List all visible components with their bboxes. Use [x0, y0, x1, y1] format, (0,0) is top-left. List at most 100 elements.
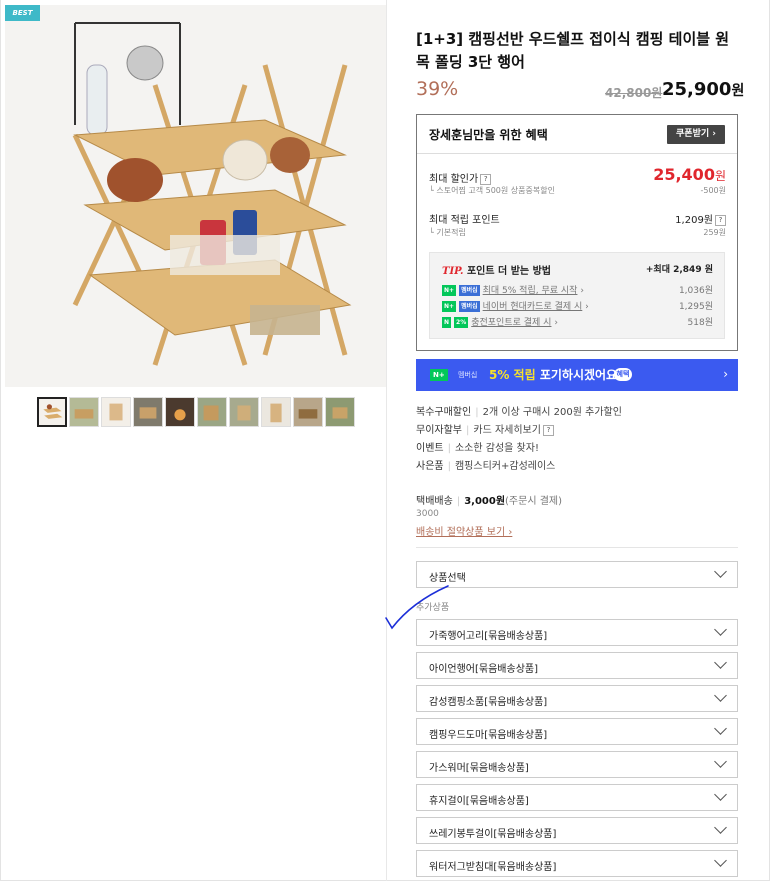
help-icon[interactable]: ? — [542, 424, 554, 436]
product-main-image[interactable] — [5, 5, 386, 387]
info-label: 복수구매할인 — [416, 407, 472, 418]
max-discount-number: 25,400 — [653, 165, 715, 184]
thumbnail[interactable] — [293, 397, 323, 427]
shipping-fee-note: (주문시 결제) — [505, 496, 563, 507]
tip-box: TIP. 포인트 더 받는 방법 +최대 2,849 원 N+ 멤버십 최대 5% … — [429, 252, 725, 339]
membership-chip: 멤버십 — [459, 301, 480, 312]
card-detail-link[interactable]: 카드 자세히보기 — [473, 425, 541, 436]
thumbnail[interactable] — [101, 397, 131, 427]
tip-item-text[interactable]: 충전포인트로 결제 시 — [471, 318, 551, 328]
max-discount-currency: 원 — [714, 169, 726, 183]
discount-rate: 39% — [416, 78, 459, 100]
column-divider — [386, 0, 387, 881]
original-price: 42,800원 — [605, 86, 663, 100]
benefit-heading: 장세훈님만을 위한 혜택 — [429, 128, 548, 142]
addon-select[interactable]: 감성캠핑소품[묶음배송상품] — [416, 685, 738, 712]
addon-select-label: 휴지걸이[묶음배송상품] — [429, 796, 529, 807]
addon-select-label: 캠핑우드도마[묶음배송상품] — [429, 730, 548, 741]
banner-highlight: 5% 적립 — [489, 368, 536, 382]
tip-item[interactable]: N 2% 충전포인트로 결제 시 › — [442, 315, 558, 328]
chevron-right-icon: › — [723, 367, 728, 381]
thumbnail[interactable] — [133, 397, 163, 427]
banner-pill: 혜택 — [614, 368, 632, 381]
chevron-down-icon — [714, 689, 727, 702]
help-icon[interactable]: ? — [480, 173, 492, 185]
help-icon[interactable]: ? — [715, 214, 726, 226]
shipping-sub: 3000 — [416, 509, 439, 519]
shipping-fee: 3,000원 — [464, 496, 506, 507]
naver-plus-icon: N+ — [442, 301, 457, 312]
tip-max: +최대 2,849 원 — [645, 265, 713, 275]
tip-title-text: 포인트 더 받는 방법 — [466, 266, 551, 277]
tip-item-text[interactable]: 네이버 현대카드로 결제 시 — [483, 302, 583, 312]
points-sub: └ 기본적립 — [429, 228, 466, 237]
addon-select-label: 감성캠핑소품[묶음배송상품] — [429, 697, 548, 708]
points-label: 최대 적립 포인트 — [429, 215, 500, 226]
membership-chip-label: 멤버십 — [458, 371, 478, 379]
naver-plus-icon: N+ — [442, 285, 457, 296]
naver-pay-icon: N — [442, 317, 452, 328]
addon-select[interactable]: 아이언행어[묶음배송상품] — [416, 652, 738, 679]
handwritten-checkmark-icon — [385, 585, 449, 630]
addon-select[interactable]: 캠핑우드도마[묶음배송상품] — [416, 718, 738, 745]
info-value: 2개 이상 구매시 200원 추가할인 — [482, 407, 622, 418]
info-label: 무이자할부 — [416, 425, 462, 436]
thumbnail[interactable] — [197, 397, 227, 427]
naver-plus-chip: N+ — [430, 369, 448, 381]
max-discount-sub-value: -500원 — [700, 186, 726, 195]
chevron-down-icon — [714, 788, 727, 801]
option-select[interactable]: 상품선택 — [416, 561, 738, 588]
chevron-down-icon — [714, 722, 727, 735]
points-value-text: 1,209원 — [675, 215, 713, 226]
points-sub-text: 기본적립 — [436, 228, 466, 237]
tip-item[interactable]: N+ 멤버십 네이버 현대카드로 결제 시 › — [442, 299, 589, 312]
addon-select[interactable]: 휴지걸이[묶음배송상품] — [416, 784, 738, 811]
thumbnail[interactable] — [229, 397, 259, 427]
thumbnail[interactable] — [69, 397, 99, 427]
thumbnail[interactable] — [37, 397, 67, 427]
info-label: 사은품 — [416, 461, 444, 472]
coupon-button[interactable]: 쿠폰받기 › — [667, 125, 725, 144]
thumbnail[interactable] — [325, 397, 355, 427]
points-value: 1,209원? — [675, 211, 726, 226]
banner-text: 5% 적립 포기하시겠어요? — [489, 366, 624, 383]
chevron-down-icon — [714, 656, 727, 669]
tip-item-value: 518원 — [687, 318, 713, 328]
benefit-box: 장세훈님만을 위한 혜택 쿠폰받기 › 최대 할인가? └ 스토어찜 고객 50… — [416, 114, 738, 351]
sale-price-currency: 원 — [731, 83, 745, 99]
divider — [416, 547, 738, 548]
sale-price-value: 25,900 — [662, 79, 732, 100]
max-discount-label-text: 최대 할인가 — [429, 174, 479, 185]
points-sub-value: 259원 — [703, 228, 726, 237]
addon-select-label: 쓰레기봉투걸이[묶음배송상품] — [429, 829, 557, 840]
membership-banner[interactable]: N+ 멤버십 5% 적립 포기하시겠어요? 혜택 › — [416, 359, 738, 391]
chevron-down-icon — [714, 854, 727, 867]
max-discount-value: 25,400원 — [653, 165, 726, 184]
addon-select[interactable]: 가스워머[묶음배송상품] — [416, 751, 738, 778]
divider — [417, 153, 737, 154]
sale-price: 25,900원 — [662, 79, 744, 100]
tip-item-value: 1,295원 — [678, 302, 713, 312]
tip-item-text[interactable]: 최대 5% 적립, 무료 시작 — [483, 286, 578, 296]
addon-select[interactable]: 쓰레기봉투걸이[묶음배송상품] — [416, 817, 738, 844]
tip-item[interactable]: N+ 멤버십 최대 5% 적립, 무료 시작 › — [442, 283, 584, 296]
max-discount-label: 최대 할인가? — [429, 170, 492, 185]
addon-select[interactable]: 워터저그받침대[묶음배송상품] — [416, 850, 738, 877]
thumbnail[interactable] — [261, 397, 291, 427]
banner-text-rest: 포기하시겠어요? — [535, 368, 625, 382]
max-discount-sub: └ 스토어찜 고객 500원 상품중복할인 — [429, 186, 555, 195]
addon-select[interactable]: 가죽행어고리[묶음배송상품] — [416, 619, 738, 646]
shipping-save-link[interactable]: 배송비 절약상품 보기 › — [416, 523, 512, 538]
addon-select-label: 워터저그받침대[묶음배송상품] — [429, 862, 557, 873]
thumbnail[interactable] — [165, 397, 195, 427]
shipping-line: 택배배송 | 3,000원(주문시 결제) — [416, 496, 563, 507]
info-value: 캠핑스티커+감성레이스 — [454, 461, 556, 472]
tip-prefix: TIP. — [442, 266, 464, 277]
info-value: 소소한 감성을 찾자! — [454, 443, 539, 454]
chevron-down-icon — [714, 755, 727, 768]
shipping-label: 택배배송 — [416, 496, 453, 507]
tip-title: TIP. 포인트 더 받는 방법 — [442, 262, 551, 277]
thumbnail-strip — [37, 397, 355, 427]
info-installment: 무이자할부 | 카드 자세히보기? — [416, 421, 554, 436]
membership-chip: 멤버십 — [459, 285, 480, 296]
